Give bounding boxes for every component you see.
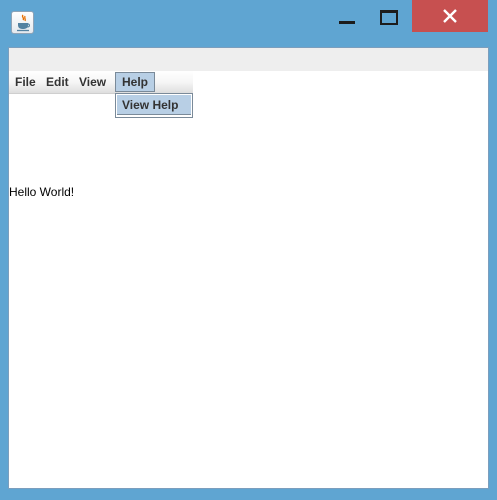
close-icon <box>443 9 457 23</box>
close-button[interactable] <box>412 0 488 32</box>
menu-edit[interactable]: Edit <box>40 72 75 92</box>
application-window: File Edit View Help View Help Hello Worl… <box>0 0 497 500</box>
window-bottom-edge <box>0 496 497 500</box>
menu-bar: File Edit View Help <box>9 71 193 94</box>
menu-view[interactable]: View <box>73 72 112 92</box>
help-dropdown: View Help <box>115 93 193 118</box>
minimize-button[interactable] <box>330 0 362 33</box>
content-pane: File Edit View Help View Help Hello Worl… <box>8 47 489 489</box>
maximize-icon <box>380 10 398 25</box>
title-bar[interactable] <box>0 0 497 44</box>
maximize-button[interactable] <box>374 0 406 33</box>
minimize-icon <box>339 21 355 24</box>
hello-label: Hello World! <box>9 185 75 199</box>
java-cup-icon[interactable] <box>11 11 34 34</box>
toolbar-strip <box>9 48 488 71</box>
menu-file[interactable]: File <box>9 72 42 92</box>
menu-item-view-help[interactable]: View Help <box>117 95 191 115</box>
menu-help[interactable]: Help <box>115 72 156 92</box>
